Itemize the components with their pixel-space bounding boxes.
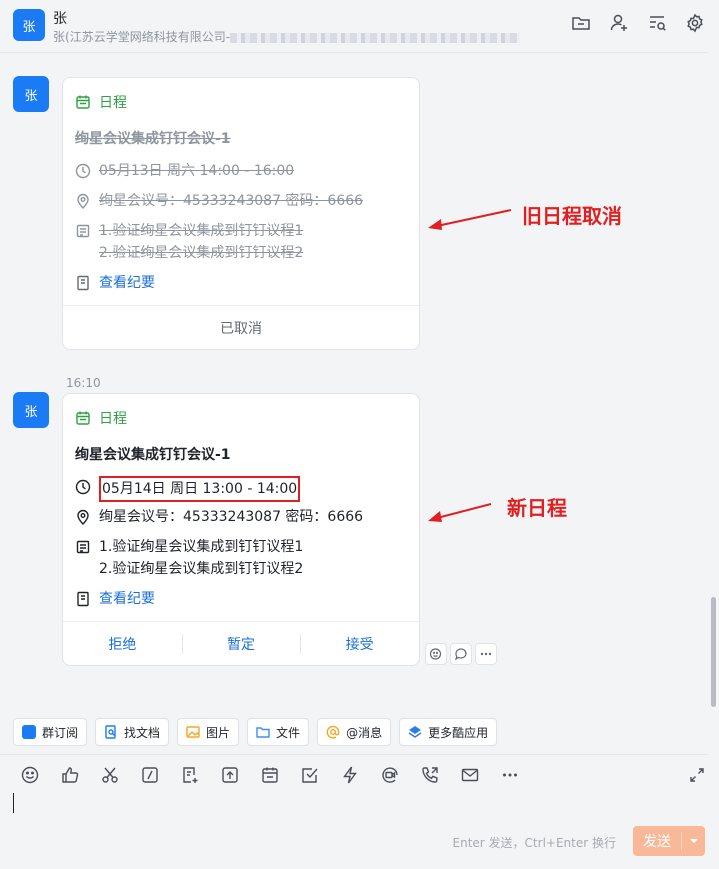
- header-divider: [0, 52, 708, 53]
- message-input[interactable]: [13, 793, 14, 813]
- note-icon: [76, 224, 90, 238]
- doc-search-icon: [105, 725, 116, 739]
- slash-command-icon[interactable]: [140, 765, 160, 785]
- schedule-card-new[interactable]: 日程 绚星会议集成钉钉会议-1 05月14日 周日 13:00 - 14:00 …: [62, 393, 420, 666]
- sender-avatar[interactable]: 张: [13, 76, 49, 112]
- contact-org: 张(江苏云学堂网络科技有限公司-: [53, 28, 521, 45]
- task-check-icon[interactable]: [300, 765, 320, 785]
- annotation-arrow: [428, 209, 512, 230]
- calendar-icon: [76, 95, 90, 109]
- find-doc-button[interactable]: 找文档: [95, 718, 170, 746]
- event-agenda-row: 1.验证绚星会议集成到钉钉议程1 2.验证绚星会议集成到钉钉议程2: [75, 220, 303, 264]
- view-minutes-link[interactable]: 查看纪要: [99, 588, 155, 610]
- add-member-icon[interactable]: [609, 13, 629, 33]
- tentative-button[interactable]: 暂定: [181, 622, 301, 665]
- gear-icon[interactable]: [685, 13, 705, 33]
- sender-avatar[interactable]: 张: [13, 392, 49, 428]
- reply-button[interactable]: [450, 643, 472, 665]
- event-time-row: 05月14日 周日 13:00 - 14:00: [75, 476, 301, 502]
- scissors-icon[interactable]: [100, 765, 120, 785]
- calendar-icon[interactable]: [260, 765, 280, 785]
- note-icon: [76, 540, 90, 554]
- lightning-icon[interactable]: [340, 765, 360, 785]
- clock-icon: [75, 479, 91, 495]
- status-cancelled: 已取消: [63, 305, 419, 349]
- header-actions: [571, 13, 705, 33]
- rsvp-buttons: 拒绝 暂定 接受: [63, 621, 419, 665]
- chevron-down-icon: [689, 839, 698, 843]
- send-options-dropdown[interactable]: [682, 838, 705, 844]
- more-button[interactable]: [475, 643, 497, 665]
- image-icon: [186, 726, 200, 738]
- card-header: 日程: [75, 408, 127, 428]
- minutes-link-row[interactable]: 查看纪要: [75, 272, 155, 294]
- event-location-row: 绚星会议号：45333243087 密码：6666: [75, 190, 363, 212]
- upload-icon[interactable]: [220, 765, 240, 785]
- quick-actions: 群订阅 找文档 图片 文件 @消息 更多酷应用: [13, 718, 498, 746]
- schedule-card-cancelled[interactable]: 日程 绚星会议集成钉钉会议-1 05月13日 周六 14:00 - 16:00 …: [62, 77, 420, 350]
- file-button[interactable]: 文件: [247, 718, 310, 746]
- image-button[interactable]: 图片: [177, 718, 240, 746]
- more-dots-icon[interactable]: [500, 765, 520, 785]
- mention-button[interactable]: @消息: [317, 718, 392, 746]
- clock-icon: [75, 163, 91, 179]
- minutes-doc-icon: [77, 275, 89, 291]
- calendar-icon: [76, 411, 90, 425]
- search-history-icon[interactable]: [647, 13, 667, 33]
- apps-icon: [408, 726, 422, 738]
- redacted-text: [230, 32, 521, 43]
- comment-icon: [454, 648, 467, 661]
- at-icon: [326, 725, 340, 739]
- mail-icon[interactable]: [460, 765, 480, 785]
- composer-toolbar: [20, 765, 520, 785]
- new-doc-icon[interactable]: [180, 765, 200, 785]
- contact-name: 张: [53, 11, 67, 27]
- decline-button[interactable]: 拒绝: [63, 622, 182, 665]
- group-subscription-button[interactable]: 群订阅: [13, 718, 88, 746]
- thumbs-up-icon[interactable]: [60, 765, 80, 785]
- event-time-row: 05月13日 周六 14:00 - 16:00: [75, 160, 294, 182]
- folder-icon: [256, 727, 270, 738]
- expand-icon[interactable]: [689, 767, 705, 783]
- contact-avatar[interactable]: 张: [13, 9, 45, 41]
- card-header: 日程: [75, 92, 127, 112]
- send-hint: Enter 发送，Ctrl+Enter 换行: [452, 836, 616, 850]
- event-agenda-row: 1.验证绚星会议集成到钉钉议程1 2.验证绚星会议集成到钉钉议程2: [75, 536, 303, 580]
- video-meeting-icon[interactable]: [380, 765, 400, 785]
- annotation-old-cancelled: 旧日程取消: [522, 204, 622, 228]
- phone-call-icon[interactable]: [420, 765, 440, 785]
- emoji-icon[interactable]: [20, 765, 40, 785]
- message-actions: [425, 643, 497, 665]
- minutes-doc-icon: [77, 591, 89, 607]
- send-button[interactable]: 发送: [633, 826, 705, 856]
- view-minutes-link[interactable]: 查看纪要: [99, 272, 155, 294]
- accept-button[interactable]: 接受: [300, 622, 419, 665]
- toolbar-divider: [0, 754, 708, 755]
- annotation-new-schedule: 新日程: [507, 496, 567, 520]
- subscription-icon: [22, 725, 36, 739]
- event-title: 绚星会议集成钉钉会议-1: [75, 447, 231, 463]
- emoji-reaction-button[interactable]: [425, 643, 447, 665]
- highlighted-time: 05月14日 周日 13:00 - 14:00: [99, 476, 301, 502]
- more-dots-icon: [480, 652, 492, 656]
- folder-icon[interactable]: [571, 13, 591, 33]
- location-pin-icon: [77, 193, 89, 209]
- annotation-arrow: [428, 503, 492, 522]
- emoji-add-icon: [429, 648, 442, 660]
- more-apps-button[interactable]: 更多酷应用: [399, 718, 498, 746]
- scrollbar[interactable]: [711, 597, 716, 707]
- event-title: 绚星会议集成钉钉会议-1: [75, 131, 231, 147]
- message-timestamp: 16:10: [66, 376, 101, 390]
- event-location-row: 绚星会议号：45333243087 密码：6666: [75, 506, 363, 528]
- minutes-link-row[interactable]: 查看纪要: [75, 588, 155, 610]
- chat-header: 张 张 张(江苏云学堂网络科技有限公司-: [0, 0, 719, 52]
- location-pin-icon: [77, 509, 89, 525]
